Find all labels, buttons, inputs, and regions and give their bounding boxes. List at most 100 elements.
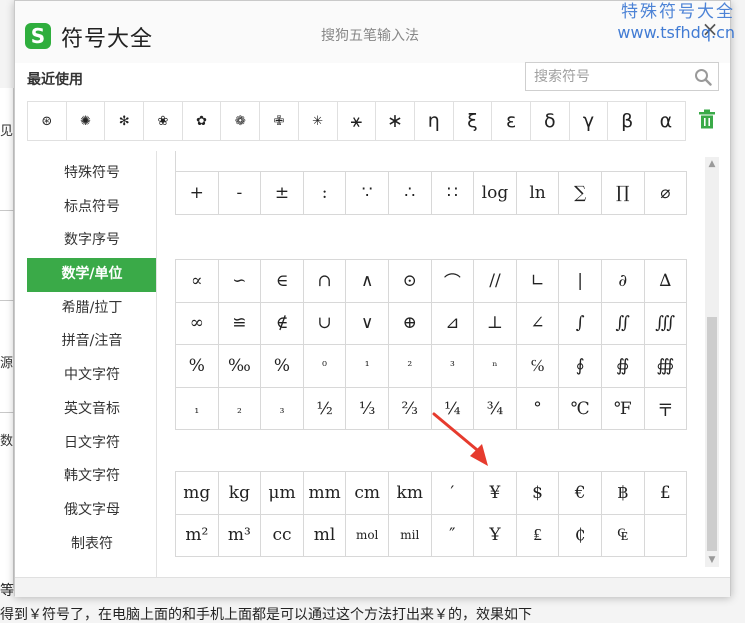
symbol-cell[interactable]: ³: [431, 345, 475, 388]
recent-symbol-cell[interactable]: ❀: [144, 102, 183, 140]
sidebar-item[interactable]: 英文音标: [27, 393, 157, 427]
symbol-cell[interactable]: ∭: [644, 302, 688, 346]
symbol-cell[interactable]: °: [516, 387, 560, 431]
symbol-cell[interactable]: ∞: [176, 302, 219, 346]
symbol-cell[interactable]: kg: [218, 472, 262, 515]
trash-icon[interactable]: [698, 109, 716, 129]
recent-symbol-cell[interactable]: γ: [569, 102, 609, 140]
recent-symbol-cell[interactable]: ⚹: [337, 102, 377, 140]
symbol-cell[interactable]: ∪: [303, 302, 347, 346]
symbol-cell[interactable]: ₂: [218, 387, 262, 431]
symbol-cell[interactable]: |: [559, 260, 602, 303]
symbol-cell[interactable]: -: [218, 172, 262, 215]
recent-symbol-cell[interactable]: β: [608, 102, 647, 140]
symbol-cell[interactable]: ∉: [261, 302, 304, 346]
symbol-cell[interactable]: ′: [431, 472, 475, 515]
symbol-cell[interactable]: ±: [261, 172, 304, 215]
symbol-cell[interactable]: ≌: [218, 302, 262, 346]
symbol-cell[interactable]: ⊙: [388, 260, 432, 303]
recent-symbol-cell[interactable]: ε: [492, 102, 531, 140]
symbol-cell[interactable]: ⊿: [431, 302, 475, 346]
symbol-cell[interactable]: %: [261, 345, 304, 388]
recent-symbol-cell[interactable]: ✙: [260, 102, 299, 140]
symbol-cell[interactable]: ⌀: [644, 172, 688, 215]
symbol-cell[interactable]: ₤: [516, 514, 560, 558]
search-icon[interactable]: [694, 68, 712, 86]
symbol-cell[interactable]: Ұ: [474, 514, 517, 558]
recent-symbol-cell[interactable]: ✺: [66, 102, 106, 140]
symbol-cell[interactable]: ∷: [431, 172, 475, 215]
scroll-up-icon[interactable]: ▲: [705, 157, 719, 171]
search-input[interactable]: [526, 63, 686, 90]
symbol-cell[interactable]: ‰: [218, 345, 262, 388]
symbol-cell[interactable]: $: [516, 472, 560, 515]
symbol-cell[interactable]: ℃: [559, 387, 602, 431]
sidebar-item[interactable]: 俄文字母: [27, 494, 157, 528]
symbol-cell[interactable]: ⁰: [303, 345, 347, 388]
sidebar-item[interactable]: 数字序号: [27, 224, 157, 258]
recent-symbol-cell[interactable]: ⊛: [28, 102, 67, 140]
sidebar-item[interactable]: 特殊符号: [27, 157, 157, 191]
symbol-cell[interactable]: ∈: [261, 260, 304, 303]
recent-symbol-cell[interactable]: ✻: [105, 102, 145, 140]
symbol-cell[interactable]: mil: [388, 514, 432, 558]
symbol-cell[interactable]: ln: [516, 172, 560, 215]
symbol-cell[interactable]: ₃: [261, 387, 304, 431]
symbol-cell[interactable]: %: [176, 345, 219, 388]
symbol-cell[interactable]: μm: [261, 472, 304, 515]
symbol-cell[interactable]: ⁿ: [474, 345, 517, 388]
sidebar-item[interactable]: 韩文字符: [27, 460, 157, 494]
symbol-cell[interactable]: mg: [176, 472, 219, 515]
symbol-cell[interactable]: 〒: [644, 387, 688, 431]
symbol-cell[interactable]: ∑: [559, 172, 602, 215]
symbol-cell[interactable]: +: [176, 172, 219, 215]
symbol-cell[interactable]: km: [388, 472, 432, 515]
symbol-cell[interactable]: mol: [346, 514, 389, 558]
symbol-cell[interactable]: ∠: [516, 302, 560, 346]
symbol-cell[interactable]: ₠: [601, 514, 645, 558]
symbol-cell[interactable]: €: [559, 472, 602, 515]
sidebar-item[interactable]: 标点符号: [27, 191, 157, 225]
symbol-cell[interactable]: ∰: [644, 345, 688, 388]
symbol-cell[interactable]: ∟: [516, 260, 560, 303]
recent-symbol-cell[interactable]: η: [414, 102, 454, 140]
recent-symbol-cell[interactable]: ✿: [182, 102, 222, 140]
symbol-cell[interactable]: m²: [176, 514, 219, 558]
symbol-cell[interactable]: :: [303, 172, 347, 215]
scroll-down-icon[interactable]: ▼: [705, 553, 719, 567]
symbol-cell[interactable]: ∂: [601, 260, 645, 303]
symbol-cell[interactable]: ⊕: [388, 302, 432, 346]
symbol-cell[interactable]: ∝: [176, 260, 219, 303]
symbol-cell[interactable]: //: [474, 260, 517, 303]
symbol-cell[interactable]: cc: [261, 514, 304, 558]
symbol-cell[interactable]: log: [474, 172, 517, 215]
sidebar-item[interactable]: 拼音/注音: [27, 325, 157, 359]
recent-symbol-cell[interactable]: δ: [530, 102, 570, 140]
symbol-cell[interactable]: ⌒: [431, 260, 475, 303]
sidebar-item[interactable]: 日文字符: [27, 427, 157, 461]
sidebar-item[interactable]: 制表符: [27, 528, 157, 562]
scroll-thumb[interactable]: [707, 317, 717, 551]
symbol-cell[interactable]: £: [644, 472, 688, 515]
recent-symbol-cell[interactable]: ❁: [221, 102, 261, 140]
symbol-cell[interactable]: ∯: [601, 345, 645, 388]
search-box[interactable]: [525, 62, 719, 91]
symbol-cell[interactable]: ¹: [346, 345, 389, 388]
symbol-cell[interactable]: ∮: [559, 345, 602, 388]
recent-symbol-cell[interactable]: ✳: [298, 102, 338, 140]
symbol-cell[interactable]: mm: [303, 472, 347, 515]
symbol-cell[interactable]: ∫: [559, 302, 602, 346]
recent-symbol-cell[interactable]: ξ: [453, 102, 493, 140]
symbol-cell[interactable]: ₵: [559, 514, 602, 558]
symbol-cell[interactable]: ²: [388, 345, 432, 388]
symbol-cell[interactable]: ∏: [601, 172, 645, 215]
symbol-cell[interactable]: ∽: [218, 260, 262, 303]
symbol-cell[interactable]: ⊥: [474, 302, 517, 346]
symbol-cell[interactable]: ¥: [474, 472, 517, 515]
symbol-cell[interactable]: ℅: [516, 345, 560, 388]
symbol-cell[interactable]: ₁: [176, 387, 219, 431]
symbol-cell[interactable]: ∬: [601, 302, 645, 346]
symbol-cell[interactable]: ∨: [346, 302, 389, 346]
symbol-cell[interactable]: ∵: [346, 172, 389, 215]
symbol-cell[interactable]: ℉: [601, 387, 645, 431]
